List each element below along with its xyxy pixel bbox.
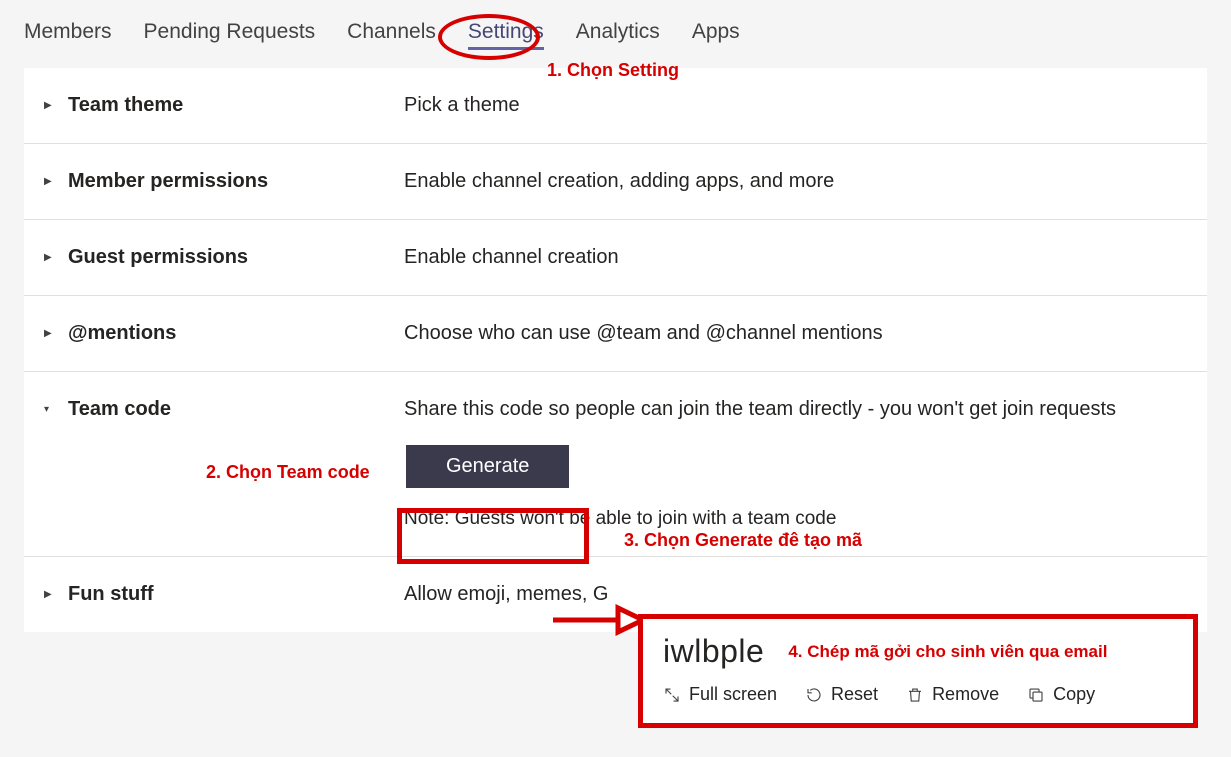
section-desc: Enable channel creation, adding apps, an… — [404, 170, 834, 193]
reset-icon — [805, 686, 823, 704]
generate-button[interactable]: Generate — [404, 443, 571, 490]
chevron-right-icon: ▶ — [44, 328, 54, 339]
chevron-right-icon: ▶ — [44, 589, 54, 600]
chevron-right-icon: ▶ — [44, 176, 54, 187]
team-code-popup: iwlbple 4. Chép mã gởi cho sinh viên qua… — [638, 614, 1198, 728]
reset-button[interactable]: Reset — [805, 684, 878, 705]
annotation-step4: 4. Chép mã gởi cho sinh viên qua email — [788, 642, 1107, 662]
tab-analytics[interactable]: Analytics — [576, 20, 660, 44]
section-title: Team code — [68, 398, 171, 421]
team-code-value: iwlbple — [663, 633, 764, 670]
section-guest-permissions[interactable]: ▶ Guest permissions Enable channel creat… — [24, 220, 1207, 296]
chevron-right-icon: ▶ — [44, 100, 54, 111]
section-member-permissions[interactable]: ▶ Member permissions Enable channel crea… — [24, 144, 1207, 220]
section-desc: Choose who can use @team and @channel me… — [404, 322, 883, 345]
fullscreen-icon — [663, 686, 681, 704]
chevron-down-icon: ▾ — [44, 404, 54, 415]
section-title: Team theme — [68, 94, 183, 117]
section-team-theme[interactable]: ▶ Team theme Pick a theme — [24, 68, 1207, 144]
tab-settings[interactable]: Settings — [468, 20, 544, 44]
team-code-note: Note: Guests won't be able to join with … — [404, 508, 1116, 530]
copy-icon — [1027, 686, 1045, 704]
tab-members[interactable]: Members — [24, 20, 112, 44]
tabs-bar: Members Pending Requests Channels Settin… — [0, 0, 1231, 52]
fullscreen-button[interactable]: Full screen — [663, 684, 777, 705]
chevron-right-icon: ▶ — [44, 252, 54, 263]
section-desc: Enable channel creation — [404, 246, 619, 269]
remove-button[interactable]: Remove — [906, 684, 999, 705]
section-title: Member permissions — [68, 170, 268, 193]
trash-icon — [906, 686, 924, 704]
section-mentions[interactable]: ▶ @mentions Choose who can use @team and… — [24, 296, 1207, 372]
settings-panel: ▶ Team theme Pick a theme ▶ Member permi… — [24, 68, 1207, 632]
section-title: @mentions — [68, 322, 176, 345]
tab-channels[interactable]: Channels — [347, 20, 436, 44]
copy-button[interactable]: Copy — [1027, 684, 1095, 705]
section-desc: Share this code so people can join the t… — [404, 398, 1116, 421]
section-desc: Pick a theme — [404, 94, 520, 117]
section-title: Fun stuff — [68, 583, 154, 606]
section-team-code[interactable]: ▾ Team code Share this code so people ca… — [24, 372, 1207, 557]
tab-pending-requests[interactable]: Pending Requests — [144, 20, 316, 44]
tab-apps[interactable]: Apps — [692, 20, 740, 44]
section-desc: Allow emoji, memes, G — [404, 583, 609, 606]
section-title: Guest permissions — [68, 246, 248, 269]
